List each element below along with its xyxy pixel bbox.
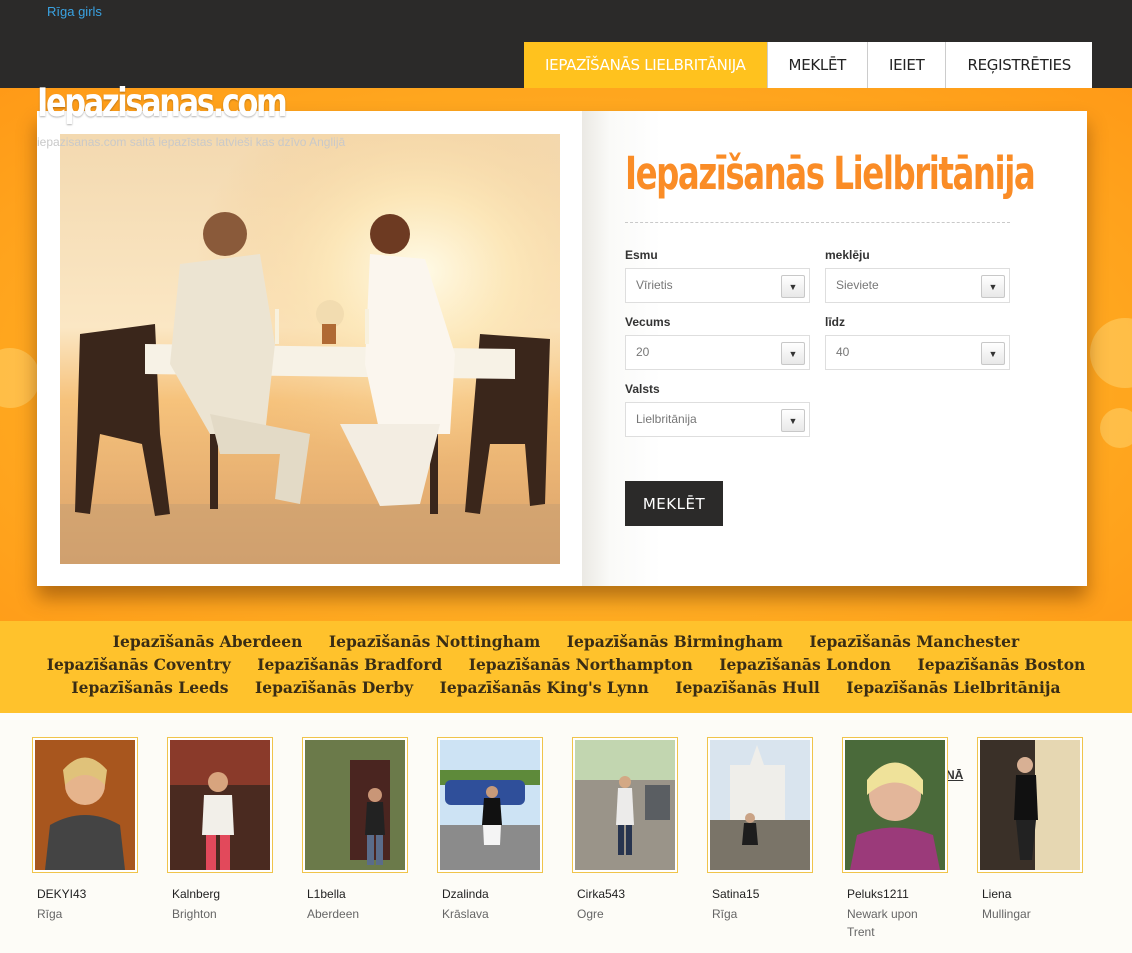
city-row: Iepazīšanās Coventry Iepazīšanās Bradfor… [0,655,1132,678]
city-link-aberdeen[interactable]: Iepazīšanās Aberdeen [113,632,303,651]
city-link-manchester[interactable]: Iepazīšanās Manchester [809,632,1019,651]
riga-girls-link[interactable]: Rīga girls [47,4,102,19]
member-city: Newark upon Trent [847,907,918,939]
member-city: Mullingar [982,907,1031,921]
city-link-birmingham[interactable]: Iepazīšanās Birmingham [567,632,783,651]
member-photo[interactable] [707,737,813,873]
esmu-value: Vīrietis [636,278,673,292]
member-city: Rīga [37,907,63,921]
member-photo[interactable] [437,737,543,873]
member-name: Cirka543 [577,887,626,901]
member-card[interactable]: Liena Mullingar [977,737,1083,923]
member-card[interactable]: Satina15 Rīga [707,737,813,923]
bokeh-decoration [0,348,40,408]
member-city: Ogre [577,907,604,921]
main-nav: IEPAZĪŠANĀS LIELBRITĀNIJA MEKLĒT IEIET R… [524,42,1092,88]
vecums-value: 20 [636,345,650,359]
member-card[interactable]: Kalnberg Brighton [167,737,273,923]
vecums-label: Vecums [625,315,671,329]
chevron-down-icon[interactable]: ▼ [781,275,805,298]
mekleju-value: Sieviete [836,278,879,292]
city-row: Iepazīšanās Aberdeen Iepazīšanās Notting… [0,632,1132,655]
city-link-london[interactable]: Iepazīšanās London [719,655,891,674]
search-form: Iepazīšanās Lielbritānija Esmu Vīrietis … [582,111,1087,586]
nav-meklet[interactable]: MEKLĒT [766,42,867,88]
city-link-northampton[interactable]: Iepazīšanās Northampton [469,655,693,674]
city-row: Iepazīšanās Leeds Iepazīšanās Derby Iepa… [0,678,1132,701]
mekleju-label: meklēju [825,248,870,262]
member-photo[interactable] [167,737,273,873]
form-title: Iepazīšanās Lielbritānija [625,147,1036,200]
member-name: Kalnberg [172,887,221,901]
member-card[interactable]: L1bella Aberdeen [302,737,408,923]
chevron-down-icon[interactable]: ▼ [981,275,1005,298]
city-link-kings-lynn[interactable]: Iepazīšanās King's Lynn [440,678,649,697]
valsts-label: Valsts [625,382,660,396]
nav-iepazisanas-lielbritanija[interactable]: IEPAZĪŠANĀS LIELBRITĀNIJA [524,42,767,88]
city-link-bradford[interactable]: Iepazīšanās Bradford [257,655,442,674]
member-name: Peluks1211 [847,887,909,901]
member-city: Krāslava [442,907,489,921]
vecums-select[interactable]: 20 ▼ [625,335,810,370]
nav-registreties[interactable]: REĢISTRĒTIES [945,42,1092,88]
divider [625,222,1010,223]
member-card[interactable]: Cirka543 Ogre [572,737,678,923]
nav-ieiet[interactable]: IEIET [867,42,946,88]
member-name: Dzalinda [442,887,489,901]
newest-members-link[interactable]: NĀ [939,768,963,782]
member-photo[interactable] [32,737,138,873]
member-name: DEKYI43 [37,887,87,901]
member-city: Aberdeen [307,907,360,921]
valsts-value: Lielbritānija [636,412,697,426]
member-name: Satina15 [712,887,760,901]
member-city: Brighton [172,907,217,921]
hero-panel: Iepazīšanās Lielbritānija Esmu Vīrietis … [37,111,1087,586]
city-links-bar: Iepazīšanās Aberdeen Iepazīšanās Notting… [0,621,1132,713]
esmu-select[interactable]: Vīrietis ▼ [625,268,810,303]
member-card[interactable]: Dzalinda Krāslava [437,737,543,923]
member-name: Liena [982,887,1012,901]
city-link-nottingham[interactable]: Iepazīšanās Nottingham [329,632,540,651]
city-link-coventry[interactable]: Iepazīšanās Coventry [47,655,231,674]
search-button[interactable]: MEKLĒT [625,481,723,526]
city-link-hull[interactable]: Iepazīšanās Hull [675,678,820,697]
lidz-value: 40 [836,345,850,359]
mekleju-select[interactable]: Sieviete ▼ [825,268,1010,303]
member-card[interactable]: DEKYI43 Rīga [32,737,138,923]
city-link-lielbritanija[interactable]: Iepazīšanās Lielbritānija [846,678,1060,697]
member-photo[interactable] [572,737,678,873]
chevron-down-icon[interactable]: ▼ [781,342,805,365]
lidz-label: līdz [825,315,845,329]
esmu-label: Esmu [625,248,658,262]
member-photo[interactable] [302,737,408,873]
chevron-down-icon[interactable]: ▼ [981,342,1005,365]
member-photo[interactable] [977,737,1083,873]
chevron-down-icon[interactable]: ▼ [781,409,805,432]
city-link-boston[interactable]: Iepazīšanās Boston [917,655,1085,674]
members-strip: NĀ DEKYI43 Rīga Kalnberg Brighton L1bell… [0,713,1132,953]
top-bar: Rīga girls IEPAZĪŠANĀS LIELBRITĀNIJA MEK… [0,0,1132,88]
site-tagline: iepazisanas.com saitā iepazīstas latvieš… [37,135,346,149]
member-card[interactable]: Peluks1211 Newark upon Trent [842,737,948,941]
bokeh-decoration [1090,318,1132,388]
bokeh-decoration [1100,408,1132,448]
site-logo[interactable]: Iepazisanas.com [37,84,288,124]
member-photo[interactable] [842,737,948,873]
member-city: Rīga [712,907,738,921]
city-link-leeds[interactable]: Iepazīšanās Leeds [71,678,228,697]
city-link-derby[interactable]: Iepazīšanās Derby [255,678,413,697]
member-name: L1bella [307,887,346,901]
lidz-select[interactable]: 40 ▼ [825,335,1010,370]
couple-photo [60,134,560,564]
valsts-select[interactable]: Lielbritānija ▼ [625,402,810,437]
